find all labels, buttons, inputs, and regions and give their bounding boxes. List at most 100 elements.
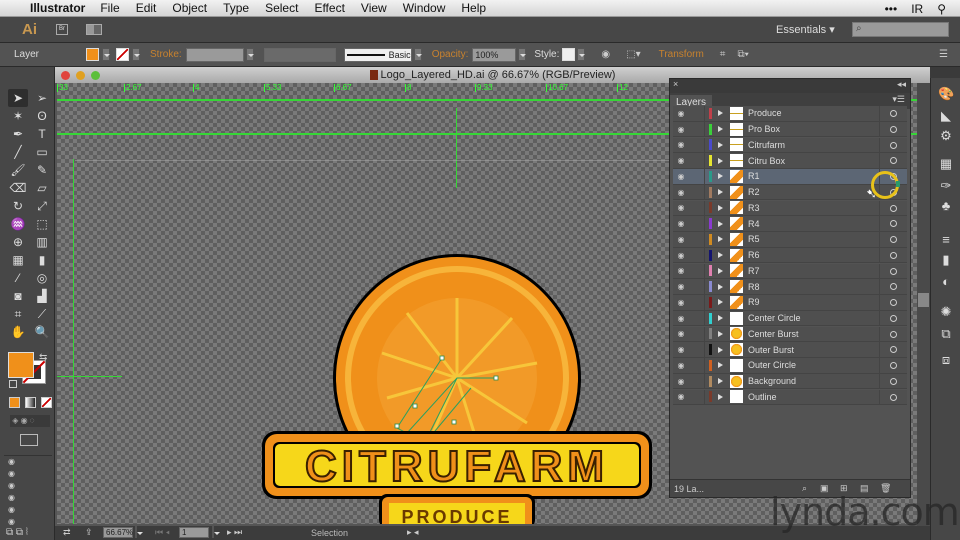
scale-tool[interactable]: ⤢: [32, 197, 52, 215]
layer-name[interactable]: R7: [748, 266, 879, 276]
scrollbar-thumb[interactable]: [918, 293, 929, 307]
fill-dropdown[interactable]: [102, 48, 110, 61]
none-mode-button[interactable]: [41, 397, 52, 408]
artboard-dropdown[interactable]: [212, 526, 214, 538]
visibility-eye-icon[interactable]: ◉: [673, 219, 689, 228]
visibility-eye-icon[interactable]: ◉: [673, 329, 689, 338]
layer-row[interactable]: ◉ R4: [673, 216, 907, 232]
stroke-swatch[interactable]: [116, 48, 129, 61]
magic-wand-tool[interactable]: ✶: [8, 107, 28, 125]
draw-mode-buttons[interactable]: ◈ ◉ ◌: [10, 415, 50, 427]
eyedropper-tool[interactable]: ⁄: [8, 269, 28, 287]
expand-triangle-icon[interactable]: [718, 299, 723, 306]
shape-builder-tool[interactable]: ⊕: [8, 233, 28, 251]
lock-toggle[interactable]: [689, 326, 705, 342]
target-circle[interactable]: [879, 342, 907, 357]
target-circle[interactable]: [879, 326, 907, 342]
graphic-style-swatch[interactable]: [562, 48, 576, 61]
zoom-tool[interactable]: 🔍: [32, 323, 52, 341]
type-tool[interactable]: T: [32, 125, 52, 143]
pen-tool[interactable]: ✒: [8, 125, 28, 143]
style-dropdown[interactable]: [577, 48, 586, 61]
target-circle[interactable]: [879, 295, 907, 310]
line-segment-tool[interactable]: ╱: [8, 143, 28, 161]
guide-horizontal[interactable]: [57, 376, 122, 377]
opacity-field[interactable]: 100%: [472, 47, 517, 62]
layer-name[interactable]: R3: [748, 203, 879, 213]
layer-name[interactable]: R4: [748, 219, 879, 229]
expand-triangle-icon[interactable]: [718, 252, 723, 259]
layer-name[interactable]: R9: [748, 297, 879, 307]
target-circle[interactable]: [879, 232, 907, 247]
swatches-panel-icon[interactable]: ▦: [938, 156, 954, 172]
menu-file[interactable]: File: [100, 1, 119, 15]
artboard-number-field[interactable]: 1: [179, 527, 209, 538]
menu-object[interactable]: Object: [172, 1, 207, 15]
lock-toggle[interactable]: [689, 389, 705, 405]
layer-row[interactable]: ◉ Produce: [673, 106, 907, 122]
layers-dock-icon[interactable]: ⧈: [938, 352, 954, 368]
target-circle[interactable]: [879, 389, 907, 405]
stroke-panel-icon[interactable]: ≡: [938, 232, 954, 248]
visibility-eye-icon[interactable]: ◉: [673, 188, 689, 197]
close-window-button[interactable]: [61, 71, 70, 80]
target-circle[interactable]: [879, 263, 907, 279]
transparency-panel-icon[interactable]: ◐: [938, 274, 954, 290]
layer-row[interactable]: ◉ Background: [673, 373, 907, 390]
lasso-tool[interactable]: ʘ: [32, 107, 52, 125]
menu-help[interactable]: Help: [461, 1, 486, 15]
panel-header[interactable]: × ◂◂: [670, 79, 910, 93]
menu-type[interactable]: Type: [223, 1, 249, 15]
brush-dropdown[interactable]: [413, 48, 422, 61]
expand-triangle-icon[interactable]: [718, 204, 723, 211]
free-transform-tool[interactable]: ⬚: [32, 215, 52, 233]
target-circle[interactable]: [879, 200, 907, 216]
layer-row[interactable]: ◉ Outline: [673, 389, 907, 406]
visibility-eye-icon[interactable]: ◉: [673, 377, 689, 386]
eraser-tool[interactable]: ▱: [32, 179, 52, 197]
artboard-navigator-icon[interactable]: ⇄: [63, 527, 71, 538]
kuler-icon[interactable]: ⚙: [938, 128, 954, 144]
layer-name[interactable]: Outer Burst: [748, 345, 879, 355]
expand-triangle-icon[interactable]: [718, 157, 723, 164]
variable-width-profile[interactable]: [263, 47, 336, 62]
zoom-window-button[interactable]: [91, 71, 100, 80]
lock-toggle[interactable]: [689, 342, 705, 357]
expand-triangle-icon[interactable]: [718, 362, 723, 369]
hand-tool[interactable]: ✋: [8, 323, 28, 341]
warp-tool[interactable]: ♒: [8, 215, 28, 233]
appearance-panel-icon[interactable]: ✺: [938, 304, 954, 320]
expand-triangle-icon[interactable]: [718, 141, 723, 148]
layer-name[interactable]: R2: [748, 187, 879, 197]
spotlight-search-icon[interactable]: ⚲: [937, 2, 946, 16]
opacity-label[interactable]: Opacity:: [432, 49, 469, 60]
next-artboard-button[interactable]: ▸ ⏭: [227, 527, 242, 538]
panel-menu-icon[interactable]: ☰: [939, 49, 948, 60]
paintbrush-tool[interactable]: 🖌: [8, 161, 28, 179]
default-colors-icon[interactable]: [9, 380, 17, 388]
app-name-menu[interactable]: Illustrator: [30, 1, 85, 15]
layer-name[interactable]: Citrufarm: [748, 140, 879, 150]
lock-toggle[interactable]: [689, 169, 705, 184]
more-icon[interactable]: •••: [885, 2, 898, 16]
menu-view[interactable]: View: [361, 1, 387, 15]
share-icon[interactable]: ⇪: [85, 527, 93, 538]
expand-triangle-icon[interactable]: [718, 189, 723, 196]
zoom-level-field[interactable]: 66.67%: [103, 527, 133, 538]
guide-vertical[interactable]: [456, 108, 457, 188]
menu-window[interactable]: Window: [403, 1, 446, 15]
mesh-tool[interactable]: ▦: [8, 251, 28, 269]
expand-triangle-icon[interactable]: [718, 267, 723, 274]
visibility-eye-icon[interactable]: ◉: [673, 298, 689, 307]
direct-selection-tool[interactable]: ➢: [32, 89, 52, 107]
visibility-eye-icon[interactable]: ◉: [673, 109, 689, 118]
layer-name[interactable]: R1: [748, 171, 879, 181]
visibility-eye-icon[interactable]: ◉: [673, 156, 689, 165]
fill-swatch[interactable]: [86, 48, 99, 61]
target-circle[interactable]: [879, 216, 907, 231]
target-circle[interactable]: [879, 247, 907, 263]
menu-edit[interactable]: Edit: [136, 1, 157, 15]
layer-name[interactable]: R6: [748, 250, 879, 260]
slice-tool[interactable]: ⟋: [32, 305, 52, 323]
layer-row[interactable]: ◉ R7: [673, 263, 907, 280]
